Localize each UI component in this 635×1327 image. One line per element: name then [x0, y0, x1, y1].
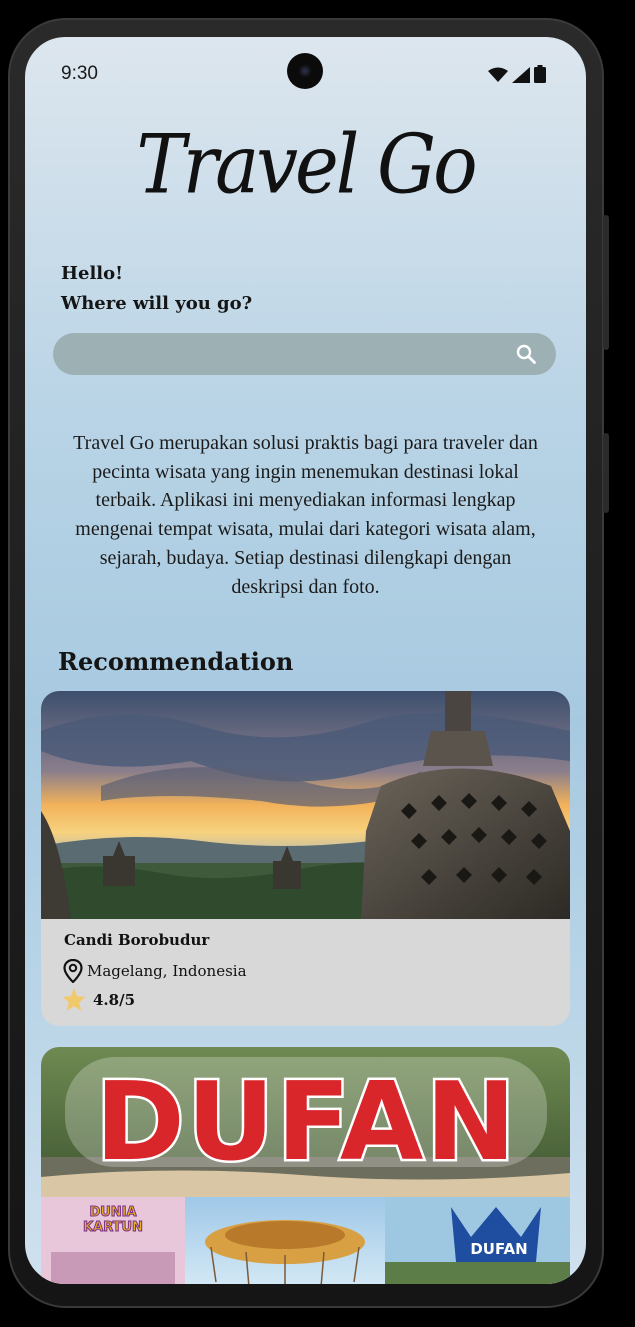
borobudur-image	[41, 691, 570, 919]
rating-text: 4.8/5	[93, 991, 136, 1009]
dufan-image: DUFAN DUNIA KARTUN DUFAN	[41, 1047, 570, 1284]
wifi-icon	[488, 67, 508, 82]
destination-name: Candi Borobudur	[64, 931, 210, 949]
destination-rating: 4.8/5	[61, 987, 135, 1013]
search-input[interactable]	[71, 333, 501, 375]
dunia-kartun-text: DUNIA KARTUN	[83, 1205, 144, 1236]
front-camera	[287, 53, 323, 89]
app-title: Travel Go	[136, 117, 477, 213]
location-pin-icon	[63, 959, 83, 983]
power-button	[603, 215, 609, 350]
destination-location: Magelang, Indonesia	[63, 959, 247, 983]
greeting-hello: Hello!	[61, 263, 124, 284]
dufan-sign-text: DUFAN	[93, 1057, 519, 1187]
status-time: 9:30	[61, 63, 98, 84]
search-icon[interactable]	[516, 344, 536, 364]
app-screen: 9:30 Travel Go Hello! Where will you go?…	[25, 37, 586, 1284]
battery-icon	[534, 65, 546, 83]
greeting: Hello! Where will you go?	[61, 259, 252, 319]
location-text: Magelang, Indonesia	[87, 962, 247, 980]
signal-icon	[512, 67, 530, 83]
status-icons	[488, 65, 546, 83]
greeting-question: Where will you go?	[61, 293, 253, 314]
recommendation-card-borobudur[interactable]: Candi Borobudur Magelang, Indonesia 4.8/…	[41, 691, 570, 1026]
star-icon	[62, 988, 86, 1011]
app-description: Travel Go merupakan solusi praktis bagi …	[73, 432, 538, 598]
volume-button	[603, 433, 609, 513]
dufan-gate-text: DUFAN	[470, 1240, 528, 1258]
search-bar[interactable]	[53, 333, 556, 375]
recommendation-card-dufan[interactable]: DUFAN DUNIA KARTUN DUFAN	[41, 1047, 570, 1284]
recommendation-title: Recommendation	[58, 647, 294, 676]
